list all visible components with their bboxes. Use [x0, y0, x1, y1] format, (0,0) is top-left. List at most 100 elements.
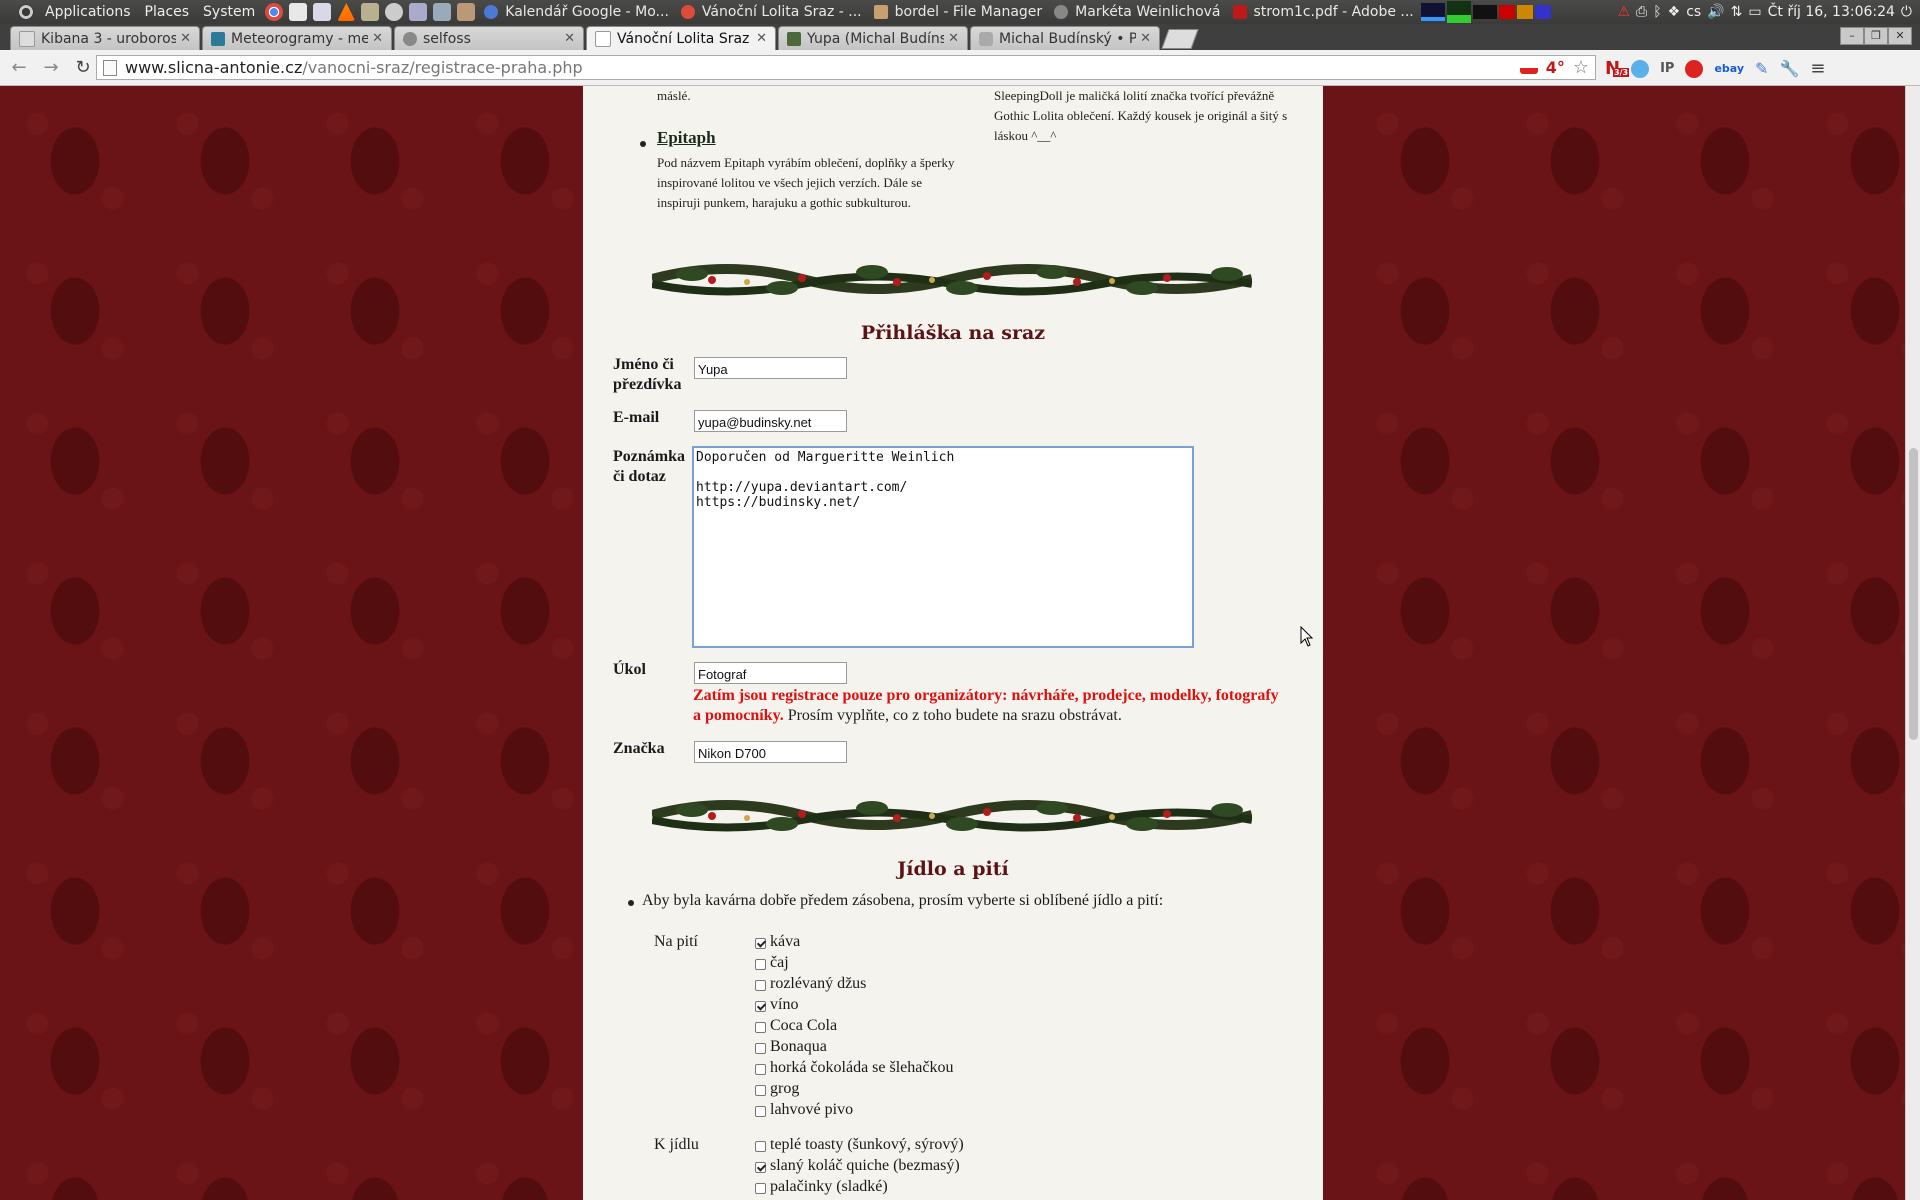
taskbar-item-contact[interactable]: Markéta Weinlichová: [1048, 4, 1226, 20]
note-textarea[interactable]: Doporučen od Margueritte Weinlich http:/…: [692, 446, 1194, 648]
close-window-button[interactable]: ✕: [1888, 27, 1912, 45]
close-icon[interactable]: ✕: [756, 31, 767, 46]
scrollbar-thumb[interactable]: [1909, 448, 1918, 740]
tab-selfoss[interactable]: selfoss ✕: [394, 26, 584, 50]
warning-icon[interactable]: ⚠: [1617, 4, 1630, 20]
epitaph-link[interactable]: Epitaph: [657, 128, 716, 147]
tab-kibana[interactable]: Kibana 3 - uroboros.ca✕: [10, 26, 200, 50]
ip-icon[interactable]: IP: [1660, 61, 1674, 76]
checkbox[interactable]: [755, 1141, 766, 1152]
checkbox[interactable]: [755, 938, 766, 949]
clock-label[interactable]: Čt říj 16, 13:06:24: [1768, 4, 1895, 20]
checkbox[interactable]: [755, 1162, 766, 1173]
network-icon[interactable]: ⇅: [1731, 4, 1743, 20]
checkbox[interactable]: [755, 1085, 766, 1096]
checkbox[interactable]: [755, 1183, 766, 1194]
minimize-button[interactable]: –: [1840, 27, 1864, 45]
checkbox-label[interactable]: grog: [770, 1080, 799, 1098]
checkbox-label[interactable]: káva: [770, 933, 800, 951]
monitor-launcher-icon[interactable]: [433, 3, 452, 21]
battery-icon[interactable]: ▭: [1748, 4, 1761, 20]
back-button[interactable]: ←: [6, 55, 32, 81]
notification-n-icon[interactable]: N3/3: [1605, 58, 1630, 79]
menu-system[interactable]: System: [196, 4, 262, 20]
checkbox-label[interactable]: lahvové pivo: [770, 1101, 853, 1119]
checkbox[interactable]: [755, 1106, 766, 1117]
archive-launcher-icon[interactable]: [361, 3, 380, 21]
checkbox-label[interactable]: Coca Cola: [770, 1017, 837, 1035]
new-tab-button[interactable]: [1161, 29, 1199, 49]
twitter-icon[interactable]: [1631, 59, 1650, 78]
holly-garland-divider: [652, 264, 1252, 296]
checkbox[interactable]: [755, 1001, 766, 1012]
weather-temperature[interactable]: 4°: [1546, 58, 1565, 77]
taskbar-item-lolita-sraz[interactable]: Vánoční Lolita Sraz - ...: [675, 4, 868, 20]
address-bar[interactable]: www.slicna-antonie.cz/vanocni-sraz/regis…: [96, 55, 1596, 80]
power-icon[interactable]: ⏻: [1901, 4, 1912, 20]
tools-launcher-icon[interactable]: [457, 3, 476, 21]
brand-label: Značka: [613, 740, 665, 757]
checkbox-label[interactable]: rozlévaný džus: [770, 975, 866, 993]
pen-icon[interactable]: ✎: [1755, 59, 1768, 78]
list-bullet: [640, 141, 646, 147]
bluetooth-icon[interactable]: ᛒ: [1653, 4, 1661, 20]
taskbar-item-calendar[interactable]: Kalendář Google - Mo...: [478, 4, 675, 20]
tab-vanocni-lolita-sraz[interactable]: Vánoční Lolita Sraz ✕: [586, 26, 776, 50]
page-icon: [595, 30, 611, 47]
tab-yupa[interactable]: Yupa (Michal Budínský✕: [778, 26, 968, 50]
checkbox-label[interactable]: teplé toasty (šunkový, sýrový): [770, 1136, 964, 1154]
screenshot-launcher-icon[interactable]: [409, 3, 428, 21]
volume-icon[interactable]: 🔊: [1707, 4, 1724, 20]
taskbar-item-adobe-reader[interactable]: strom1c.pdf - Adobe ...: [1227, 4, 1420, 20]
close-icon[interactable]: ✕: [1140, 31, 1151, 46]
forward-button[interactable]: →: [38, 55, 64, 81]
checkbox[interactable]: [755, 1043, 766, 1054]
ubuntu-logo-icon[interactable]: [18, 4, 34, 20]
email-input[interactable]: [694, 410, 847, 432]
checkbox-label[interactable]: palačinky (sladké): [770, 1178, 888, 1196]
ebay-icon[interactable]: ebay: [1714, 62, 1744, 75]
checkbox[interactable]: [755, 1022, 766, 1033]
text-editor-launcher-icon[interactable]: [289, 3, 308, 21]
pidgin-launcher-icon[interactable]: [385, 3, 404, 21]
bookmark-star-icon[interactable]: ☆: [1573, 57, 1589, 78]
taskbar-item-file-manager[interactable]: bordel - File Manager: [868, 4, 1049, 20]
chrome-launcher-icon[interactable]: [265, 3, 284, 21]
checkbox[interactable]: [755, 1064, 766, 1075]
menu-places[interactable]: Places: [138, 4, 197, 20]
close-icon[interactable]: ✕: [372, 31, 383, 46]
close-icon[interactable]: ✕: [180, 31, 191, 46]
calendar-app-icon: [484, 5, 499, 19]
adblock-icon[interactable]: [1685, 59, 1704, 78]
keyboard-layout-label[interactable]: cs: [1686, 4, 1701, 20]
close-icon[interactable]: ✕: [948, 31, 959, 46]
checkbox[interactable]: [755, 959, 766, 970]
checkbox-label[interactable]: Bonaqua: [770, 1038, 827, 1056]
brand-input[interactable]: [694, 741, 847, 763]
calendar-launcher-icon[interactable]: [313, 3, 332, 21]
dropbox-icon[interactable]: ❖: [1668, 4, 1681, 20]
page-info-icon[interactable]: [103, 59, 117, 76]
close-icon[interactable]: ✕: [564, 31, 575, 46]
task-input[interactable]: [694, 662, 847, 684]
tab-meteorogramy[interactable]: Meteorogramy - mete✕: [202, 26, 392, 50]
printer-icon[interactable]: ⎙: [1636, 4, 1647, 20]
name-input[interactable]: [694, 357, 847, 379]
page-scrollbar[interactable]: [1905, 86, 1920, 1200]
vlc-launcher-icon[interactable]: [337, 3, 356, 21]
system-tray: ⚠ ⎙ ᛒ ❖ cs 🔊 ⇅ ▭ Čt říj 16, 13:06:24 ⏻: [1617, 4, 1920, 20]
shop-fragment-text: máslé.: [657, 88, 691, 103]
checkbox-label[interactable]: horká čokoláda se šlehačkou: [770, 1059, 953, 1077]
czech-flag-icon[interactable]: [1519, 61, 1538, 74]
tab-michal-budinsky-photo[interactable]: Michal Budínský • Pho✕: [970, 26, 1160, 50]
checkbox-label[interactable]: slaný koláč quiche (bezmasý): [770, 1157, 960, 1175]
checkbox[interactable]: [755, 980, 766, 991]
reload-button[interactable]: ↻: [70, 55, 96, 81]
checkbox-label[interactable]: čaj: [770, 954, 789, 972]
tools-icon[interactable]: 🔧: [1779, 59, 1799, 78]
checkbox-label[interactable]: víno: [770, 996, 798, 1014]
menu-applications[interactable]: Applications: [38, 4, 138, 20]
cpu-graph-icon: [1420, 3, 1445, 21]
menu-icon[interactable]: ≡: [1810, 58, 1825, 79]
maximize-button[interactable]: ❐: [1864, 27, 1888, 45]
